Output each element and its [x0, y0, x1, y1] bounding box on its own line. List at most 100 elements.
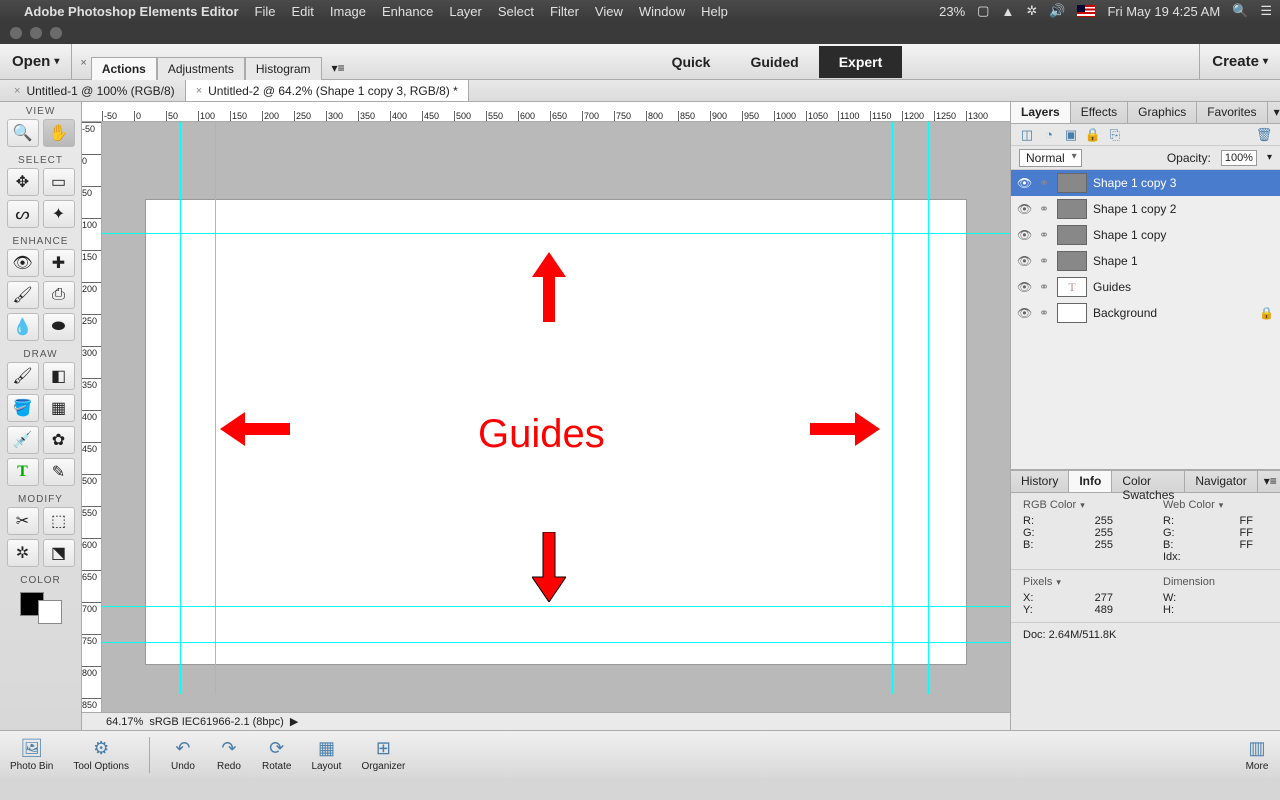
layer-row[interactable]: 👁⚭Shape 1 copy 2 — [1011, 196, 1280, 222]
link-icon[interactable]: ⚭ — [1037, 176, 1051, 190]
redo-button[interactable]: ↷Redo — [216, 738, 242, 772]
guide-vertical[interactable] — [215, 122, 216, 694]
color-profile[interactable]: sRGB IEC61966-2.1 (8bpc) — [149, 716, 284, 728]
paint-bucket-tool[interactable]: 🪣 — [7, 394, 39, 422]
tab-favorites[interactable]: Favorites — [1197, 102, 1267, 123]
visibility-icon[interactable]: 👁 — [1017, 254, 1031, 268]
crop-tool[interactable]: ✂ — [7, 507, 39, 535]
canvas-viewport[interactable]: Guides — [102, 122, 1010, 712]
layer-thumbnail[interactable] — [1057, 225, 1087, 245]
layer-thumbnail[interactable] — [1057, 173, 1087, 193]
menu-select[interactable]: Select — [498, 4, 534, 19]
close-window-button[interactable] — [10, 27, 22, 39]
layer-row[interactable]: 👁⚭Shape 1 copy 3 — [1011, 170, 1280, 196]
chevron-down-icon[interactable]: ▾ — [1267, 152, 1272, 163]
link-icon[interactable]: ⚭ — [1037, 254, 1051, 268]
eraser-tool[interactable]: ◧ — [43, 362, 75, 390]
hand-tool[interactable]: ✋ — [43, 119, 75, 147]
close-tab-icon[interactable]: × — [14, 85, 20, 97]
gradient-tool[interactable]: ▦ — [43, 394, 75, 422]
ruler-horizontal[interactable]: -500501001502002503003504004505005506006… — [82, 102, 1010, 122]
type-tool[interactable]: T — [7, 458, 39, 486]
tab-color-swatches[interactable]: Color Swatches — [1112, 471, 1185, 492]
blur-tool[interactable]: 💧 — [7, 313, 39, 341]
layer-row[interactable]: 👁⚭TGuides — [1011, 274, 1280, 300]
visibility-icon[interactable]: 👁 — [1017, 306, 1031, 320]
doc-tab-2[interactable]: ×Untitled-2 @ 64.2% (Shape 1 copy 3, RGB… — [186, 80, 469, 101]
layer-row[interactable]: 👁⚭Shape 1 — [1011, 248, 1280, 274]
sponge-tool[interactable]: ⬬ — [43, 313, 75, 341]
layer-thumbnail[interactable] — [1057, 303, 1087, 323]
quick-select-tool[interactable]: ✦ — [43, 200, 75, 228]
menu-layer[interactable]: Layer — [449, 4, 482, 19]
rgb-color-header[interactable]: RGB Color▾ — [1023, 499, 1123, 511]
menu-file[interactable]: File — [255, 4, 276, 19]
input-flag-icon[interactable] — [1077, 5, 1095, 17]
guide-horizontal[interactable] — [102, 642, 1010, 643]
link-layers-icon[interactable]: ⎘ — [1107, 127, 1123, 143]
more-button[interactable]: ▥More — [1244, 738, 1270, 772]
layer-row[interactable]: 👁⚭Shape 1 copy — [1011, 222, 1280, 248]
menu-enhance[interactable]: Enhance — [382, 4, 433, 19]
tab-effects[interactable]: Effects — [1071, 102, 1128, 123]
mode-quick[interactable]: Quick — [652, 46, 731, 78]
pencil-tool[interactable]: ✎ — [43, 458, 75, 486]
trash-icon[interactable]: 🗑 — [1256, 127, 1272, 143]
recompose-tool[interactable]: ⬚ — [43, 507, 75, 535]
guide-horizontal[interactable] — [102, 233, 1010, 234]
link-icon[interactable]: ⚭ — [1037, 306, 1051, 320]
zoom-window-button[interactable] — [50, 27, 62, 39]
app-name[interactable]: Adobe Photoshop Elements Editor — [24, 4, 239, 19]
tab-adjustments[interactable]: Adjustments — [157, 57, 245, 80]
visibility-icon[interactable]: 👁 — [1017, 280, 1031, 294]
new-layer-icon[interactable]: ◫ — [1019, 127, 1035, 143]
menu-filter[interactable]: Filter — [550, 4, 579, 19]
organizer-button[interactable]: ⊞Organizer — [361, 738, 405, 772]
panel-menu-icon[interactable]: ▾≡ — [1258, 471, 1280, 492]
panel-menu-icon[interactable]: ▾≡ — [1268, 102, 1280, 123]
layer-thumbnail[interactable] — [1057, 251, 1087, 271]
clone-stamp-tool[interactable]: ⎙ — [43, 281, 75, 309]
spot-heal-tool[interactable]: ✚ — [43, 249, 75, 277]
clock[interactable]: Fri May 19 4:25 AM — [1107, 4, 1220, 19]
tab-history[interactable]: History — [1011, 471, 1069, 492]
web-color-header[interactable]: Web Color▾ — [1163, 499, 1263, 511]
status-arrow-icon[interactable]: ▶ — [290, 715, 298, 728]
layout-button[interactable]: ▦Layout — [311, 738, 341, 772]
layer-thumbnail[interactable] — [1057, 199, 1087, 219]
layer-thumbnail[interactable]: T — [1057, 277, 1087, 297]
create-button[interactable]: Create▾ — [1199, 44, 1280, 79]
menu-image[interactable]: Image — [330, 4, 366, 19]
spotlight-icon[interactable]: 🔍 — [1232, 3, 1248, 19]
close-tab-icon[interactable]: × — [196, 85, 202, 97]
cookie-cutter-tool[interactable]: ✲ — [7, 539, 39, 567]
ruler-vertical[interactable]: -500501001502002503003504004505005506006… — [82, 122, 102, 712]
guide-horizontal[interactable] — [102, 606, 1010, 607]
eyedropper-tool[interactable]: 💉 — [7, 426, 39, 454]
tab-actions[interactable]: Actions — [91, 57, 157, 80]
lasso-tool[interactable]: ᔕ — [7, 200, 39, 228]
shape-tool[interactable]: ✿ — [43, 426, 75, 454]
menu-edit[interactable]: Edit — [291, 4, 313, 19]
opacity-input[interactable]: 100% — [1221, 150, 1257, 166]
photo-bin-button[interactable]: 🖼Photo Bin — [10, 738, 53, 772]
volume-icon[interactable]: 🔊 — [1049, 3, 1065, 19]
minimize-window-button[interactable] — [30, 27, 42, 39]
rotate-button[interactable]: ⟳Rotate — [262, 738, 291, 772]
menu-window[interactable]: Window — [639, 4, 685, 19]
doc-tab-1[interactable]: ×Untitled-1 @ 100% (RGB/8) — [4, 80, 186, 101]
visibility-icon[interactable]: 👁 — [1017, 228, 1031, 242]
tool-options-button[interactable]: ⚙Tool Options — [73, 738, 129, 772]
tab-graphics[interactable]: Graphics — [1128, 102, 1197, 123]
tab-info[interactable]: Info — [1069, 471, 1112, 492]
undo-button[interactable]: ↶Undo — [170, 738, 196, 772]
redeye-tool[interactable]: 👁 — [7, 249, 39, 277]
open-button[interactable]: Open▾ — [0, 44, 72, 79]
tab-navigator[interactable]: Navigator — [1185, 471, 1257, 492]
guide-vertical[interactable] — [928, 122, 929, 694]
straighten-tool[interactable]: ⬔ — [43, 539, 75, 567]
guide-vertical[interactable] — [180, 122, 181, 694]
eject-icon[interactable]: ▲ — [1001, 4, 1014, 19]
tab-layers[interactable]: Layers — [1011, 102, 1071, 123]
zoom-value[interactable]: 64.17% — [106, 716, 143, 728]
